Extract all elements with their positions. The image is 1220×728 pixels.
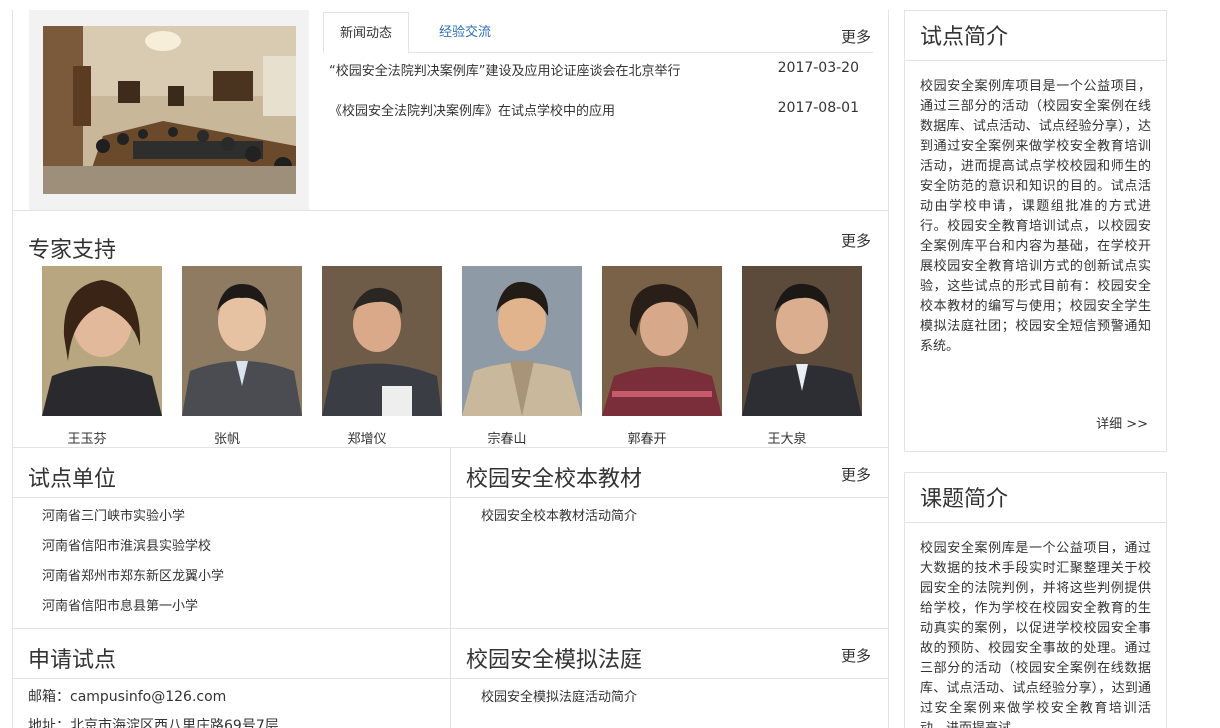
- textbook-item[interactable]: 校园安全校本教材活动简介: [481, 505, 637, 524]
- news-item-title: “校园安全法院判决案例库”建设及应用论证座谈会在北京举行: [329, 64, 681, 79]
- news-item-date: 2017-08-01: [777, 100, 859, 116]
- news-tabs: 新闻动态 经验交流: [323, 10, 873, 54]
- tab-news[interactable]: 新闻动态: [323, 12, 410, 54]
- court-title: 校园安全模拟法庭: [466, 648, 643, 673]
- expert-photo[interactable]: [742, 266, 862, 416]
- expert-name: 王大泉: [767, 432, 807, 447]
- experts-title: 专家支持: [28, 238, 117, 263]
- expert-photo[interactable]: [322, 266, 442, 416]
- expert-photo[interactable]: [462, 266, 582, 416]
- divider: [13, 497, 889, 498]
- column-divider: [450, 447, 451, 728]
- expert-card[interactable]: 郭春开: [602, 266, 722, 447]
- expert-photo[interactable]: [182, 266, 302, 416]
- topic-intro-panel: 课题简介 校园安全案例库是一个公益项目，通过大数据的技术手段实时汇聚整理关于校园…: [904, 472, 1167, 728]
- divider: [13, 628, 889, 629]
- apply-email: 邮箱：campusinfo@126.com: [28, 689, 227, 705]
- court-item[interactable]: 校园安全模拟法庭活动简介: [481, 686, 637, 705]
- topic-intro-text: 校园安全案例库是一个公益项目，通过大数据的技术手段实时汇聚整理关于校园安全的法院…: [920, 541, 1151, 728]
- divider: [13, 447, 889, 448]
- court-more-link[interactable]: 更多: [841, 645, 871, 666]
- expert-name: 王玉芬: [67, 432, 107, 447]
- news-photo[interactable]: [43, 26, 296, 194]
- news-item[interactable]: 《校园安全法院判决案例库》在试点学校中的应用 2017-08-01: [329, 100, 873, 119]
- expert-card[interactable]: 王大泉: [742, 266, 862, 447]
- expert-name: 张帆: [213, 432, 240, 447]
- expert-name: 郑增仪: [347, 432, 387, 447]
- pilot-unit-item[interactable]: 河南省信阳市淮滨县实验学校: [42, 535, 211, 554]
- experts-more-link[interactable]: 更多: [841, 230, 871, 251]
- expert-card[interactable]: 郑增仪: [322, 266, 442, 447]
- main-content: 新闻动态 经验交流 更多 “校园安全法院判决案例库”建设及应用论证座谈会在北京举…: [12, 10, 889, 728]
- textbook-more-link[interactable]: 更多: [841, 464, 871, 485]
- tab-experience[interactable]: 经验交流: [423, 12, 507, 53]
- pilot-intro-text: 校园安全案例库项目是一个公益项目，通过三部分的活动（校园安全案例在线数据库、试点…: [920, 79, 1151, 354]
- expert-card[interactable]: 张帆: [182, 266, 302, 447]
- textbook-title: 校园安全校本教材: [466, 467, 643, 492]
- expert-card[interactable]: 王玉芬: [42, 266, 162, 447]
- pilot-units-title: 试点单位: [28, 467, 117, 492]
- pilot-intro-title: 试点简介: [905, 11, 1166, 61]
- divider: [13, 210, 889, 211]
- pilot-unit-item[interactable]: 河南省三门峡市实验小学: [42, 505, 185, 524]
- news-photo-frame: [29, 10, 309, 210]
- expert-photo[interactable]: [602, 266, 722, 416]
- apply-address: 地址：北京市海淀区西八里庄路69号7层: [28, 718, 279, 728]
- expert-name: 郭春开: [627, 432, 667, 447]
- expert-name: 宗春山: [487, 432, 527, 447]
- news-item-title: 《校园安全法院判决案例库》在试点学校中的应用: [329, 104, 616, 119]
- news-item[interactable]: “校园安全法院判决案例库”建设及应用论证座谈会在北京举行 2017-03-20: [329, 60, 873, 79]
- pilot-intro-more-link[interactable]: 详细 >>: [1096, 413, 1148, 432]
- news-item-date: 2017-03-20: [777, 60, 859, 76]
- expert-photo[interactable]: [42, 266, 162, 416]
- topic-intro-title: 课题简介: [905, 473, 1166, 523]
- pilot-unit-item[interactable]: 河南省郑州市郑东新区龙翼小学: [42, 565, 224, 584]
- apply-title: 申请试点: [28, 648, 117, 673]
- news-more-link[interactable]: 更多: [841, 26, 871, 47]
- pilot-unit-item[interactable]: 河南省信阳市息县第一小学: [42, 595, 198, 614]
- expert-card[interactable]: 宗春山: [462, 266, 582, 447]
- divider: [13, 678, 889, 679]
- pilot-intro-panel: 试点简介 校园安全案例库项目是一个公益项目，通过三部分的活动（校园安全案例在线数…: [904, 10, 1167, 452]
